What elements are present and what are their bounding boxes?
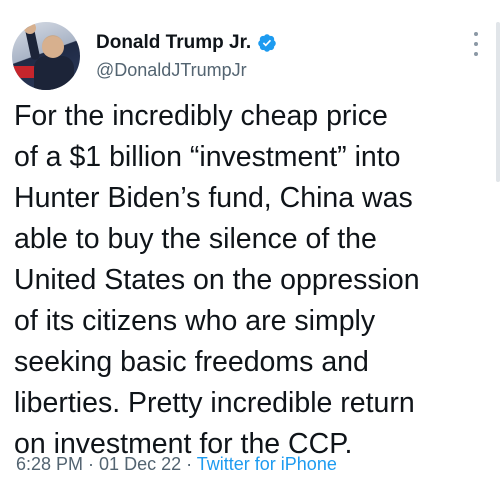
tweet-text-line: For the incredibly cheap price	[14, 100, 388, 132]
author-name-row: Donald Trump Jr.	[96, 30, 277, 56]
tweet-source-link[interactable]: Twitter for iPhone	[197, 454, 337, 474]
tweet-text-line: United States on the oppression	[14, 264, 420, 296]
tweet-text-line: liberties. Pretty incredible return	[14, 387, 415, 419]
more-dot	[474, 32, 478, 36]
avatar-hand	[24, 22, 36, 34]
avatar-suit	[34, 56, 74, 90]
tweet-time[interactable]: 6:28 PM	[16, 454, 83, 474]
avatar[interactable]	[12, 22, 80, 90]
tweet-text-line: Hunter Biden’s fund, China was	[14, 182, 413, 214]
tweet-text: For the incredibly cheap price of a $1 b…	[14, 96, 494, 465]
tweet-text-line: seeking basic freedoms and	[14, 346, 369, 378]
display-name[interactable]: Donald Trump Jr.	[96, 32, 251, 54]
meta-separator: ·	[83, 454, 100, 474]
verified-badge-icon	[258, 34, 276, 52]
meta-separator: ·	[181, 454, 197, 474]
tweet-text-line: able to buy the silence of the	[14, 223, 377, 255]
scrollbar[interactable]	[496, 22, 500, 182]
tweet-text-line: of a $1 billion “investment” into	[14, 141, 401, 173]
tweet-date[interactable]: 01 Dec 22	[99, 454, 181, 474]
avatar-face	[42, 36, 64, 58]
more-dot	[474, 52, 478, 56]
tweet-text-line: of its citizens who are simply	[14, 305, 376, 337]
tweet: Donald Trump Jr. @DonaldJTrumpJr For the…	[0, 0, 500, 497]
more-dot	[474, 42, 478, 46]
tweet-meta: 6:28 PM · 01 Dec 22 · Twitter for iPhone	[16, 454, 337, 475]
more-options-icon[interactable]	[470, 32, 482, 56]
author-handle[interactable]: @DonaldJTrumpJr	[96, 60, 247, 81]
